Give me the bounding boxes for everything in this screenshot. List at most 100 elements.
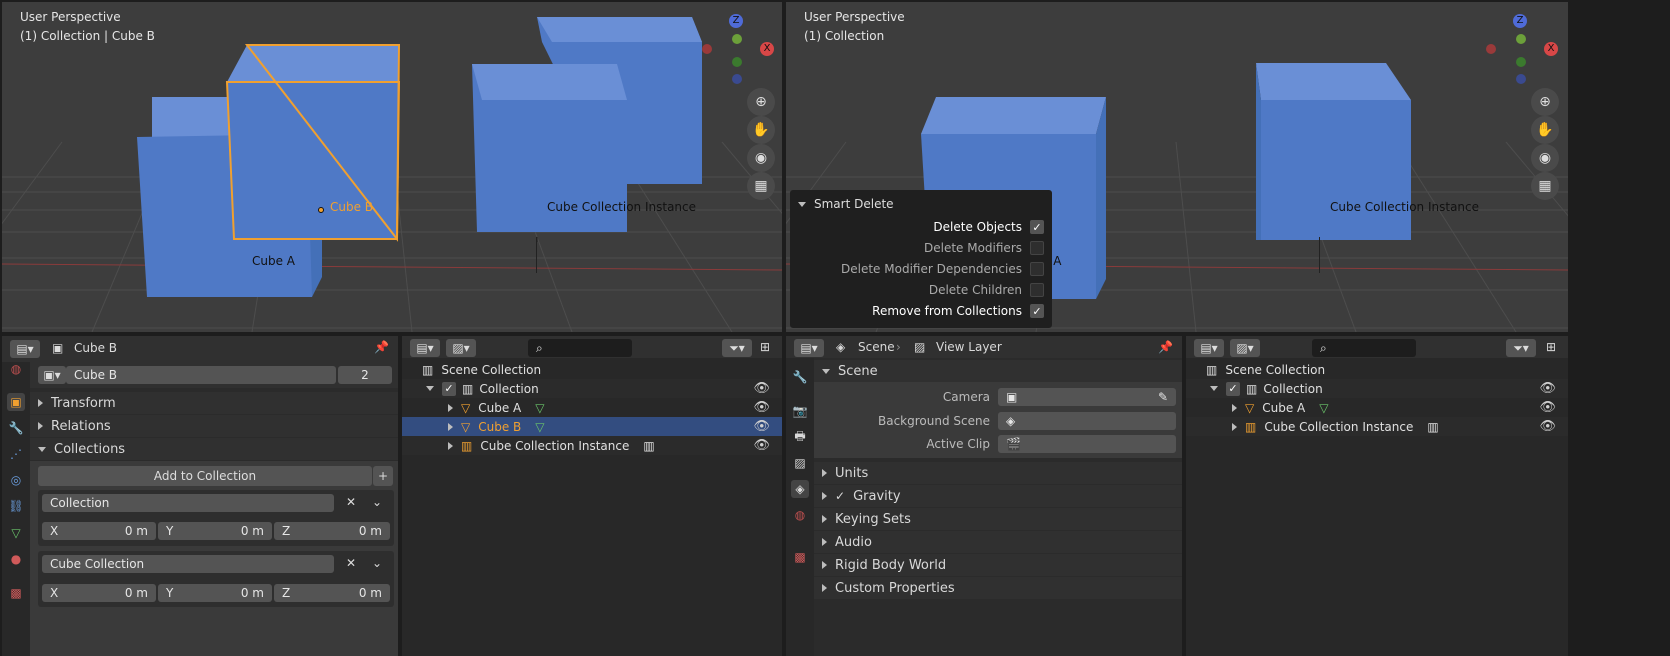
eye-icon[interactable]: 👁 [1539,419,1556,434]
collection-row[interactable]: ✓ ▥ Collection 👁 [1186,379,1568,398]
camera-field[interactable]: ▣ ✎ [998,388,1176,406]
scene-world-icon[interactable]: ◍ [7,360,25,378]
cube-collection-instance[interactable] [1251,60,1421,250]
axis-gizmo[interactable]: Z X [702,12,777,87]
option-remove-from-collections[interactable]: Remove from Collections ✓ [872,304,1044,318]
neg-z-axis-icon[interactable] [1516,74,1526,84]
offset-z-field[interactable]: Z 0 m [274,584,390,602]
left-3d-viewport[interactable]: User Perspective (1) Collection | Cube B… [2,2,782,332]
checkbox-checked[interactable]: ✓ [1030,304,1044,318]
scene-collection-row[interactable]: ▥ Scene Collection [402,360,782,379]
section-transform[interactable]: Transform [30,392,398,414]
neg-x-axis-icon[interactable] [1486,44,1496,54]
add-to-collection-button[interactable]: Add to Collection [38,466,372,486]
collection-name-field[interactable]: Collection [42,494,334,512]
collapse-icon[interactable] [426,386,434,391]
section-units[interactable]: Units [814,462,1182,484]
collection-row[interactable]: ✓ ▥ Collection 👁 [402,379,782,398]
scene-collection-row[interactable]: ▥ Scene Collection [1186,360,1568,379]
display-mode-button[interactable]: ▨▾ [446,339,476,357]
data-tab-icon[interactable]: ▽ [7,524,25,542]
physics-tab-icon[interactable]: ◎ [7,471,25,489]
tool-tab-icon[interactable]: 🔧 [791,368,809,386]
eye-icon[interactable]: 👁 [753,419,770,434]
remove-icon[interactable]: ✕ [346,495,356,509]
modifier-tab-icon[interactable]: 🔧 [7,419,25,437]
pin-icon[interactable]: 📌 [374,340,389,354]
cube-collection-instance-row[interactable]: ▥ Cube Collection Instance ▥ 👁 [1186,417,1568,436]
offset-y-field[interactable]: Y 0 m [158,584,272,602]
cube-b-row[interactable]: ▽ Cube B ▽ 👁 [402,417,782,436]
editor-type-button[interactable]: ▤▾ [1194,339,1224,357]
neg-y-axis-icon[interactable] [1516,57,1526,67]
particles-tab-icon[interactable]: ⋰ [7,445,25,463]
offset-z-field[interactable]: Z 0 m [274,522,390,540]
cube-collection-instance-row[interactable]: ▥ Cube Collection Instance ▥ 👁 [402,436,782,455]
section-custom-properties[interactable]: Custom Properties [814,577,1182,599]
eye-icon[interactable]: 👁 [753,438,770,453]
scene-crumb[interactable]: Scene [858,340,895,354]
active-clip-field[interactable]: 🎬 [998,435,1176,453]
filter-button[interactable]: ⏷▾ [1506,339,1536,357]
checkbox-checked[interactable]: ✓ [1226,381,1240,396]
section-scene[interactable]: Scene [814,360,1182,382]
smart-delete-header[interactable]: Smart Delete [798,195,894,213]
x-axis-icon[interactable]: X [760,42,774,56]
background-scene-field[interactable]: ◈ [998,412,1176,430]
neg-y-axis-icon[interactable] [732,57,742,67]
editor-type-button[interactable]: ▤▾ [10,340,40,358]
mesh-browse-button[interactable]: ▣▾ [38,366,66,384]
filter-button[interactable]: ⏷▾ [722,339,752,357]
offset-x-field[interactable]: X 0 m [42,584,156,602]
section-relations[interactable]: Relations [30,415,398,437]
option-delete-objects[interactable]: Delete Objects ✓ [933,220,1044,234]
remove-icon[interactable]: ✕ [346,556,356,570]
camera-icon[interactable]: ◉ [1531,144,1559,172]
neg-x-axis-icon[interactable] [702,44,712,54]
world-tab-icon[interactable]: ◍ [791,506,809,524]
collapse-icon[interactable] [1210,386,1218,391]
section-rigid-body-world[interactable]: Rigid Body World [814,554,1182,576]
collection-name-field[interactable]: Cube Collection [42,555,334,573]
checkbox-unchecked[interactable] [1030,262,1044,276]
mesh-name-field[interactable]: Cube B [66,366,336,384]
new-collection-icon[interactable]: ⊞ [760,340,770,354]
x-axis-icon[interactable]: X [1544,42,1558,56]
option-delete-modifiers[interactable]: Delete Modifiers [924,241,1044,255]
y-axis-icon[interactable] [732,34,742,44]
new-collection-icon[interactable]: ⊞ [1546,340,1556,354]
texture-tab-icon[interactable]: ▩ [7,584,25,602]
checkbox-checked[interactable]: ✓ [442,381,456,396]
z-axis-icon[interactable]: Z [729,14,743,28]
grid-ortho-icon[interactable]: ▦ [747,172,775,200]
display-mode-button[interactable]: ▨▾ [1230,339,1260,357]
offset-y-field[interactable]: Y 0 m [158,522,272,540]
zoom-icon[interactable]: ⊕ [1531,88,1559,116]
neg-z-axis-icon[interactable] [732,74,742,84]
checkbox-unchecked[interactable] [1030,283,1044,297]
expand-icon[interactable] [448,441,453,450]
scene-tab-icon[interactable]: ◈ [791,480,809,498]
gravity-check-icon[interactable]: ✓ [835,489,845,503]
chevron-down-icon[interactable]: ⌄ [372,556,382,570]
expand-icon[interactable] [1232,403,1237,412]
eye-icon[interactable]: 👁 [753,381,770,396]
material-tab-icon[interactable]: ● [7,550,25,568]
checkbox-unchecked[interactable] [1030,241,1044,255]
constraints-tab-icon[interactable]: ⛓ [7,497,25,515]
add-icon[interactable]: + [373,466,393,486]
pan-hand-icon[interactable]: ✋ [1531,116,1559,144]
section-gravity[interactable]: ✓ Gravity [814,485,1182,507]
pan-hand-icon[interactable]: ✋ [747,116,775,144]
cube-a-row[interactable]: ▽ Cube A ▽ 👁 [402,398,782,417]
cube-a-row[interactable]: ▽ Cube A ▽ 👁 [1186,398,1568,417]
texture-tab-icon[interactable]: ▩ [791,548,809,566]
option-delete-children[interactable]: Delete Children [929,283,1044,297]
search-input[interactable]: ⌕ [528,339,632,357]
section-audio[interactable]: Audio [814,531,1182,553]
eyedropper-icon[interactable]: ✎ [1158,390,1168,404]
editor-type-button[interactable]: ▤▾ [410,339,440,357]
eye-icon[interactable]: 👁 [1539,400,1556,415]
view-layer-crumb[interactable]: View Layer [936,340,1002,354]
search-input[interactable]: ⌕ [1312,339,1416,357]
